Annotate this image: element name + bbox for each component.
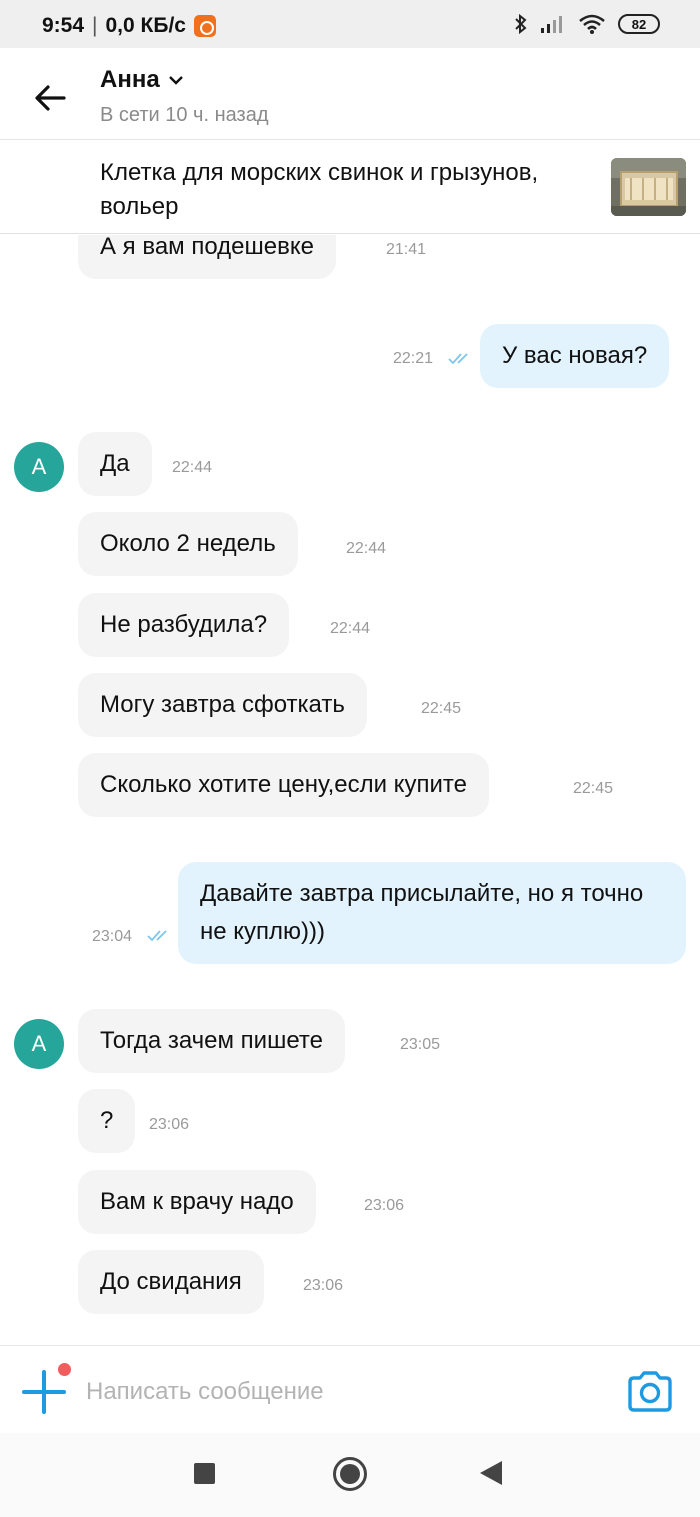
status-right: 82 — [514, 13, 660, 35]
avatar[interactable]: А — [14, 442, 64, 492]
message-bubble[interactable]: Тогда зачем пишете — [78, 1009, 345, 1073]
message-bubble[interactable]: У вас новая? — [480, 324, 670, 388]
message-bubble[interactable]: Могу завтра сфоткать — [78, 673, 367, 737]
double-check-icon — [147, 930, 167, 942]
chevron-down-icon — [168, 76, 183, 85]
system-back-button[interactable] — [480, 1461, 502, 1485]
network-speed: 0,0 КБ/с — [105, 14, 186, 37]
back-button[interactable] — [30, 78, 70, 118]
notification-dot — [58, 1363, 71, 1376]
message-composer — [0, 1345, 700, 1433]
listing-thumbnail — [611, 158, 686, 216]
message-bubble[interactable]: А я вам подешевке — [78, 235, 336, 279]
status-separator: | — [92, 14, 98, 37]
message-time: 23:04 — [92, 928, 133, 945]
message-time: 23:06 — [149, 1116, 190, 1133]
bluetooth-icon — [514, 13, 528, 35]
message-time: 22:45 — [573, 780, 614, 797]
message-input[interactable] — [86, 1374, 586, 1410]
message-bubble[interactable]: Давайте завтра присылайте, но я точно не… — [178, 862, 686, 964]
message-time: 22:44 — [346, 540, 387, 557]
status-bar: 9:54 | 0,0 КБ/с 82 — [0, 0, 700, 48]
chat-header: Анна В сети 10 ч. назад — [0, 48, 700, 140]
message-time: 22:44 — [172, 459, 213, 476]
recent-apps-button[interactable] — [194, 1463, 215, 1484]
message-bubble[interactable]: Да — [78, 432, 152, 496]
system-nav-bar — [0, 1433, 700, 1517]
camera-icon — [628, 1371, 672, 1412]
message-time: 23:06 — [364, 1197, 405, 1214]
message-bubble[interactable]: До свидания — [78, 1250, 264, 1314]
message-bubble[interactable]: Сколько хотите цену,если купите — [78, 753, 489, 817]
avatar[interactable]: А — [14, 1019, 64, 1069]
message-bubble[interactable]: Не разбудила? — [78, 593, 290, 657]
message-time: 21:41 — [386, 241, 427, 258]
signal-icon — [540, 14, 566, 34]
wifi-icon — [578, 13, 606, 35]
message-time: 23:05 — [400, 1036, 441, 1053]
listing-banner[interactable]: Клетка для морских свинок и грызунов, во… — [0, 140, 700, 234]
app-notification-icon — [193, 15, 216, 37]
message-bubble[interactable]: Вам к врачу надо — [78, 1170, 316, 1234]
back-arrow-icon — [35, 85, 66, 111]
message-time: 22:44 — [330, 620, 371, 637]
camera-button[interactable] — [626, 1370, 674, 1414]
contact-name-button[interactable]: Анна — [100, 66, 184, 94]
message-time: 22:21 — [393, 350, 434, 367]
status-left: 9:54 | 0,0 КБ/с — [42, 14, 216, 38]
battery-indicator: 82 — [618, 14, 660, 34]
home-button[interactable] — [333, 1457, 367, 1491]
message-list[interactable]: А я вам подешевке 21:41 22:21 У вас нова… — [0, 235, 700, 1345]
status-time: 9:54 — [42, 14, 85, 37]
double-check-icon — [448, 353, 468, 365]
contact-status: В сети 10 ч. назад — [100, 104, 269, 126]
message-bubble[interactable]: ? — [78, 1089, 136, 1153]
contact-name: Анна — [100, 66, 160, 93]
message-time: 22:45 — [421, 700, 462, 717]
message-bubble[interactable]: Около 2 недель — [78, 512, 298, 576]
message-time: 23:06 — [303, 1277, 344, 1294]
listing-title: Клетка для морских свинок и грызунов, во… — [100, 159, 539, 220]
